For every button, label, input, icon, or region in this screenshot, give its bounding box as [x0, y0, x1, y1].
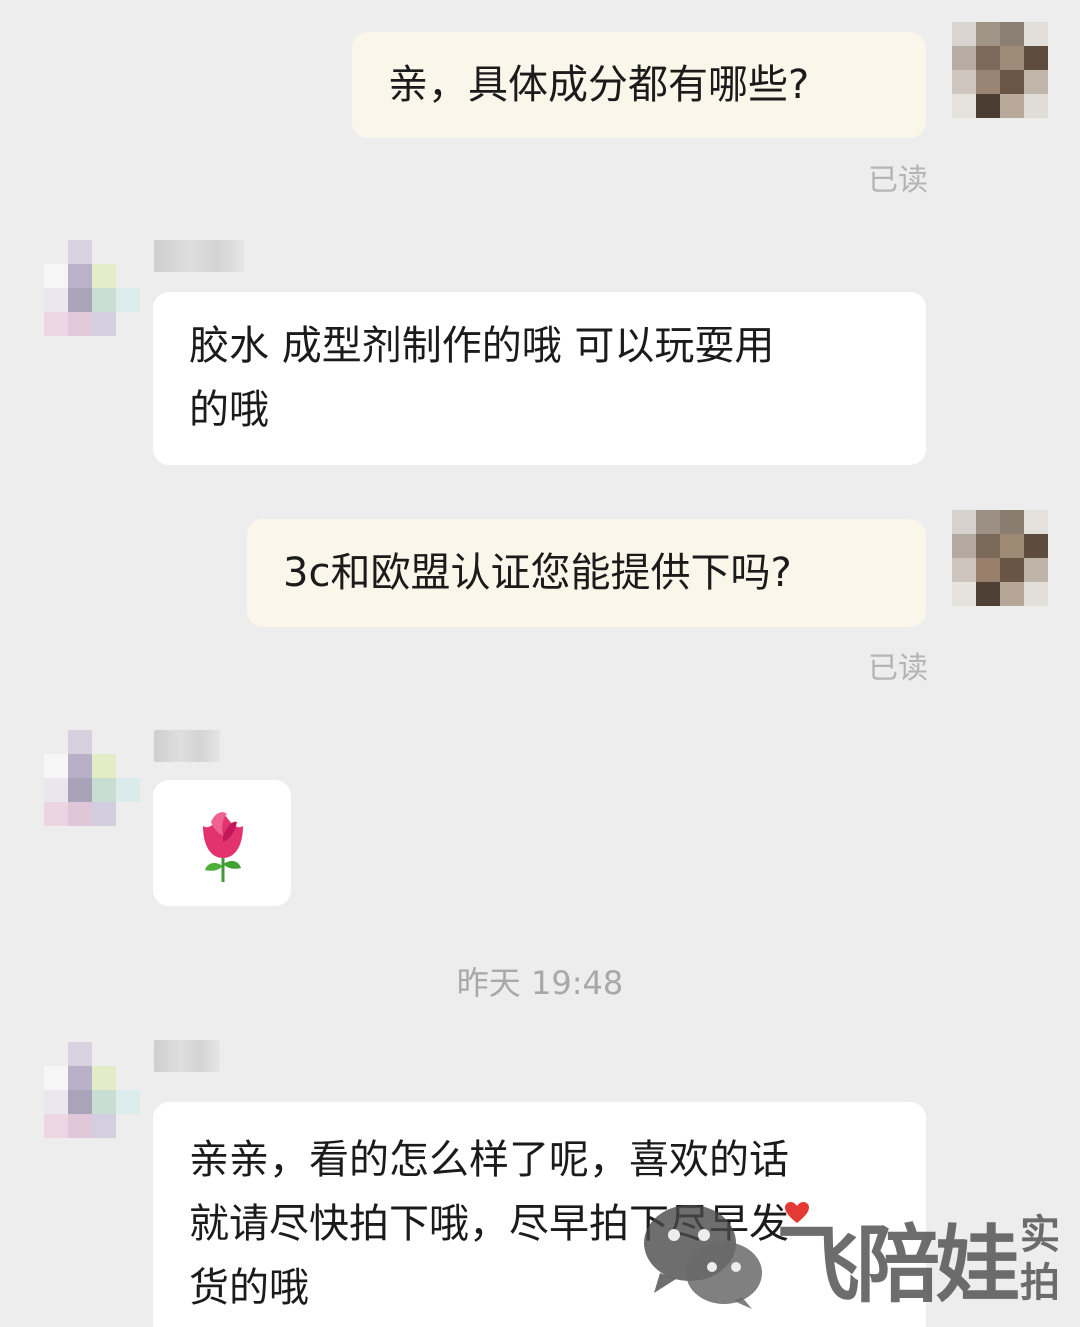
- my-avatar[interactable]: [952, 510, 1048, 606]
- timestamp: 昨天 19:48: [456, 964, 624, 1002]
- message-text-line: 亲亲，看的怎么样了呢，喜欢的话: [189, 1137, 789, 1183]
- message-text: 3c和欧盟认证您能提供下吗?: [283, 550, 792, 596]
- message-bubble-outgoing[interactable]: 3c和欧盟认证您能提供下吗?: [247, 519, 926, 627]
- contact-name-blurred: [154, 1040, 220, 1072]
- contact-avatar[interactable]: [44, 1042, 140, 1138]
- message-bubble-outgoing[interactable]: 亲，具体成分都有哪些?: [352, 32, 926, 138]
- watermark-side-text: 实 拍: [1020, 1212, 1060, 1306]
- watermark: 飞陪娃 实 拍: [636, 1195, 1076, 1323]
- read-status: 已读: [868, 651, 928, 686]
- message-bubble-incoming-emoji[interactable]: [153, 780, 291, 906]
- contact-avatar[interactable]: [44, 730, 140, 826]
- my-avatar[interactable]: [952, 22, 1048, 118]
- chat-screen: 亲，具体成分都有哪些? 已读 胶水 成型剂制作的哦 可以玩耍用 的哦 3c和欧盟…: [0, 0, 1080, 1327]
- contact-avatar[interactable]: [44, 240, 140, 336]
- rose-emoji-icon: [203, 812, 243, 882]
- wechat-logo-icon: [644, 1205, 762, 1309]
- contact-name-blurred: [154, 730, 220, 762]
- contact-name-blurred: [154, 240, 244, 272]
- message-text-line: 胶水 成型剂制作的哦 可以玩耍用: [189, 323, 775, 369]
- message-text: 亲，具体成分都有哪些?: [388, 62, 810, 108]
- message-bubble-incoming[interactable]: 胶水 成型剂制作的哦 可以玩耍用 的哦: [153, 292, 926, 465]
- read-status: 已读: [868, 163, 928, 198]
- message-text-line: 的哦: [189, 387, 269, 433]
- watermark-brand: 飞陪娃: [776, 1216, 1020, 1314]
